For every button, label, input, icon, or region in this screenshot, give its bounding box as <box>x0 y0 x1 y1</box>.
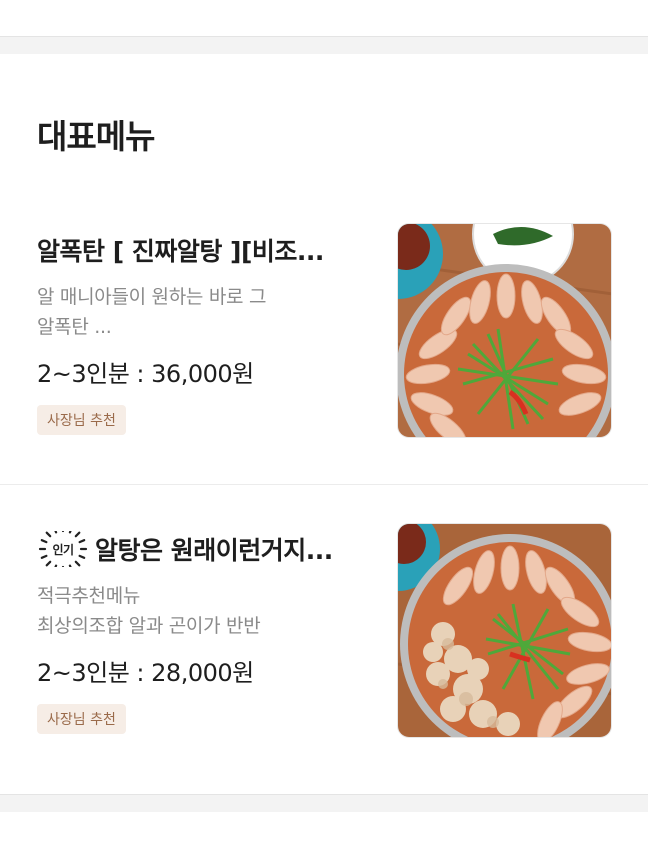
menu-item-photo[interactable] <box>397 523 612 738</box>
section-divider-bottom <box>0 794 648 812</box>
signature-menu-section: 대표메뉴 알폭탄 [ 진짜알탕 ][비조... 알 매니아들이 원하는 바로 그… <box>0 54 648 794</box>
menu-item[interactable]: 인기 알탕은 원래이런거지... 적극추천메뉴 최상의조합 알과 곤이가 반반 … <box>0 484 648 794</box>
menu-item[interactable]: 알폭탄 [ 진짜알탕 ][비조... 알 매니아들이 원하는 바로 그 알폭탄 … <box>0 222 648 484</box>
seafood-hotpot-photo-icon <box>398 224 611 437</box>
menu-item-description-line: 최상의조합 알과 곤이가 반반 <box>37 615 261 637</box>
menu-item-name: 인기 알탕은 원래이런거지... <box>37 531 372 567</box>
menu-item-description: 알 매니아들이 원하는 바로 그 알폭탄 ... <box>37 282 372 342</box>
menu-item-description-line: 알폭탄 ... <box>37 316 112 338</box>
menu-item-price: 2~3인분 : 28,000원 <box>37 659 254 687</box>
section-title: 대표메뉴 <box>37 117 155 156</box>
owner-recommend-badge: 사장님 추천 <box>37 405 126 435</box>
owner-recommend-badge: 사장님 추천 <box>37 704 126 734</box>
popular-badge-icon: 인기 <box>38 531 88 567</box>
menu-item-info: 인기 알탕은 원래이런거지... 적극추천메뉴 최상의조합 알과 곤이가 반반 … <box>37 531 372 734</box>
menu-item-name-text: 알탕은 원래이런거지... <box>95 536 333 565</box>
menu-item-description: 적극추천메뉴 최상의조합 알과 곤이가 반반 <box>37 581 372 641</box>
menu-item-info: 알폭탄 [ 진짜알탕 ][비조... 알 매니아들이 원하는 바로 그 알폭탄 … <box>37 232 372 435</box>
menu-item-photo[interactable] <box>397 223 612 438</box>
top-area <box>0 0 648 36</box>
section-divider-top <box>0 36 648 54</box>
popular-label: 인기 <box>52 542 73 557</box>
bottom-area <box>0 812 648 861</box>
menu-item-description-line: 적극추천메뉴 <box>37 585 141 607</box>
menu-item-description-line: 알 매니아들이 원하는 바로 그 <box>37 286 267 308</box>
menu-item-price: 2~3인분 : 36,000원 <box>37 360 254 388</box>
menu-item-name-text: 알폭탄 [ 진짜알탕 ][비조... <box>37 237 324 266</box>
menu-item-name: 알폭탄 [ 진짜알탕 ][비조... <box>37 232 372 268</box>
seafood-hotpot-photo-icon <box>398 524 611 737</box>
